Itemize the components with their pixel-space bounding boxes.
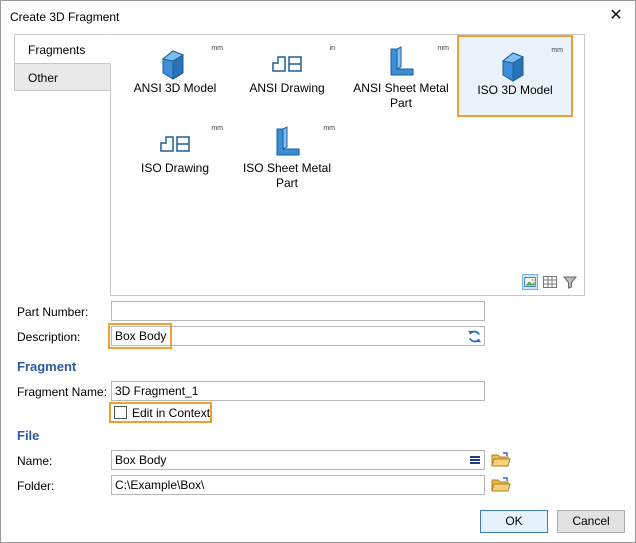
template-iso-3d-model[interactable]: mm ISO 3D Model: [457, 35, 573, 117]
list-menu-icon[interactable]: [469, 454, 481, 466]
fragment-name-label: Fragment Name:: [17, 385, 108, 399]
unit-label: mm: [211, 125, 223, 132]
template-ansi-3d-model[interactable]: mm ANSI 3D Model: [119, 35, 231, 117]
category-tabs: Fragments Other: [14, 34, 111, 91]
part-number-field[interactable]: [111, 301, 485, 321]
refresh-icon[interactable]: [467, 329, 482, 344]
drawing-icon: [272, 56, 302, 72]
unit-label: mm: [551, 47, 563, 54]
template-label: ANSI Sheet Metal Part: [353, 81, 449, 110]
unit-label: in: [329, 45, 335, 52]
template-ansi-drawing[interactable]: in ANSI Drawing: [231, 35, 343, 117]
template-label: ISO 3D Model: [477, 83, 553, 97]
template-label: ISO Drawing: [140, 161, 210, 175]
template-label: ANSI Drawing: [249, 81, 325, 95]
tab-fragments[interactable]: Fragments: [14, 34, 111, 64]
3d-model-icon: [161, 50, 185, 80]
folder-label: Folder:: [17, 479, 55, 493]
part-number-label: Part Number:: [17, 305, 89, 319]
template-iso-sheet-metal-part[interactable]: mm ISO Sheet Metal Part: [231, 115, 343, 197]
browse-name-folder-icon[interactable]: [491, 451, 511, 469]
edit-in-context-highlight: [109, 402, 212, 423]
view-toolbar: [522, 274, 578, 290]
filter-icon[interactable]: [562, 274, 578, 290]
fragment-section-title: Fragment: [17, 359, 77, 374]
folder-field[interactable]: [111, 475, 485, 495]
ok-button[interactable]: OK: [480, 510, 548, 533]
unit-label: mm: [211, 45, 223, 52]
title-bar: Create 3D Fragment ✕: [1, 1, 635, 32]
template-gallery: mm ANSI 3D Model in ANSI Drawing mm ANSI…: [110, 34, 585, 296]
file-section-title: File: [17, 428, 40, 443]
close-icon[interactable]: ✕: [603, 5, 629, 27]
sheet-metal-icon: [390, 46, 414, 76]
drawing-icon: [160, 136, 190, 152]
thumbnail-view-icon[interactable]: [522, 274, 538, 290]
name-field[interactable]: [111, 450, 485, 470]
name-label: Name:: [17, 454, 53, 468]
dialog-title: Create 3D Fragment: [10, 10, 120, 24]
grid-view-icon[interactable]: [542, 274, 558, 290]
create-3d-fragment-dialog: Create 3D Fragment ✕ Fragments Other mm …: [0, 0, 636, 543]
description-label: Description:: [17, 330, 81, 344]
3d-model-icon: [501, 52, 525, 82]
template-ansi-sheet-metal-part[interactable]: mm ANSI Sheet Metal Part: [345, 35, 457, 117]
unit-label: mm: [437, 45, 449, 52]
sheet-metal-icon: [276, 126, 300, 156]
description-highlight: [108, 323, 172, 349]
unit-label: mm: [323, 125, 335, 132]
browse-folder-icon[interactable]: [491, 476, 511, 494]
tab-other[interactable]: Other: [14, 63, 111, 91]
cancel-button[interactable]: Cancel: [557, 510, 625, 533]
template-iso-drawing[interactable]: mm ISO Drawing: [119, 115, 231, 197]
fragment-name-field[interactable]: [111, 381, 485, 401]
template-label: ISO Sheet Metal Part: [242, 161, 332, 190]
template-label: ANSI 3D Model: [133, 81, 217, 95]
